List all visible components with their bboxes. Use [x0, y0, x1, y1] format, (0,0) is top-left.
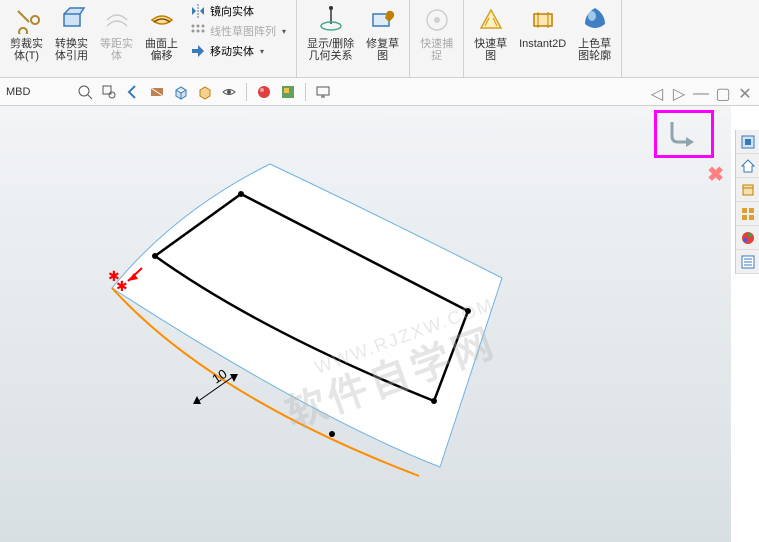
side-library-icon[interactable] [736, 178, 759, 202]
offset-entities-button[interactable]: 等距实 体 [96, 2, 137, 64]
dropdown-arrow-icon: ▾ [282, 27, 286, 36]
offset-icon [101, 4, 133, 36]
section-view-icon[interactable] [148, 83, 166, 101]
offset-on-surface-label: 曲面上 偏移 [145, 38, 178, 62]
side-view-palette-icon[interactable] [736, 202, 759, 226]
toolbar-separator [305, 83, 306, 101]
mbd-tab[interactable]: MBD [6, 86, 40, 98]
task-pane [735, 130, 759, 274]
mirror-entities-label: 镜向实体 [210, 3, 254, 19]
move-entities-button[interactable]: 移动实体 ▾ [186, 42, 290, 60]
view-settings-icon[interactable] [314, 83, 332, 101]
graphics-viewport[interactable]: ✱ ✱ 10 WWW.RJZXW.COM 软件自学网 [0, 106, 731, 542]
zoom-fit-icon[interactable] [76, 83, 94, 101]
sketch-vertex[interactable] [238, 191, 244, 197]
relations-icon [315, 4, 347, 36]
maximize-icon[interactable]: ▢ [715, 86, 731, 102]
prev-view-icon[interactable] [124, 83, 142, 101]
side-custom-props-icon[interactable] [736, 250, 759, 274]
side-appearances-icon[interactable] [736, 226, 759, 250]
endpoint-marker: ✱ [116, 278, 128, 294]
surface-boundary [112, 164, 502, 467]
highlight-annotation [654, 110, 714, 158]
sketch-vertex[interactable] [329, 431, 335, 437]
linear-pattern-button[interactable]: 线性草图阵列 ▾ [186, 22, 290, 40]
dimension-value[interactable]: 10 [209, 366, 229, 387]
move-icon [190, 43, 206, 59]
ribbon: 剪裁实 体(T) 转换实 体引用 等距实 体 曲面上 偏移 [0, 0, 759, 78]
ribbon-group-rapid: 快速草 图 Instant2D 上色草 图轮廓 [464, 0, 622, 77]
surface-offset-icon [146, 4, 178, 36]
edit-appearance-icon[interactable] [255, 83, 273, 101]
sketch-vertex[interactable] [465, 308, 471, 314]
convert-entities-button[interactable]: 转换实 体引用 [51, 2, 92, 64]
offset-on-surface-button[interactable]: 曲面上 偏移 [141, 2, 182, 64]
instant2d-icon [527, 4, 559, 36]
toolbar-separator [246, 83, 247, 101]
shaded-sketch-button[interactable]: 上色草 图轮廓 [574, 2, 615, 64]
cancel-sketch-icon[interactable]: ✖ [707, 162, 724, 187]
ribbon-group-relations: 显示/删除 几何关系 修复草 图 [297, 0, 410, 77]
linear-pattern-label: 线性草图阵列 [210, 23, 276, 39]
display-relations-label: 显示/删除 几何关系 [307, 38, 354, 62]
quick-snap-label: 快速捕 捉 [420, 38, 453, 62]
view-toolbar [76, 83, 332, 101]
nav-right-icon[interactable]: ▷ [671, 86, 687, 102]
nav-left-icon[interactable]: ◁ [649, 86, 665, 102]
shaded-sketch-icon [579, 4, 611, 36]
rapid-sketch-button[interactable]: 快速草 图 [470, 2, 511, 64]
side-home-icon[interactable] [736, 154, 759, 178]
window-controls: ◁ ▷ — ▢ ✕ [649, 86, 753, 102]
rapid-sketch-label: 快速草 图 [474, 38, 507, 62]
repair-icon [367, 4, 399, 36]
quick-snap-button[interactable]: 快速捕 捉 [416, 2, 457, 64]
pattern-icon [190, 23, 206, 39]
ribbon-group-sketch-tools: 剪裁实 体(T) 转换实 体引用 等距实 体 曲面上 偏移 [0, 0, 297, 77]
sketch-canvas: ✱ ✱ 10 [0, 106, 730, 542]
trim-icon [11, 4, 43, 36]
ribbon-small-column: 镜向实体 线性草图阵列 ▾ 移动实体 ▾ [186, 2, 290, 60]
shaded-sketch-label: 上色草 图轮廓 [578, 38, 611, 62]
side-resources-icon[interactable] [736, 130, 759, 154]
display-relations-button[interactable]: 显示/删除 几何关系 [303, 2, 358, 64]
rapid-sketch-icon [475, 4, 507, 36]
minimize-icon[interactable]: — [693, 86, 709, 102]
snap-icon [421, 4, 453, 36]
sketch-vertex[interactable] [152, 253, 158, 259]
trim-entities-label: 剪裁实 体(T) [10, 38, 43, 62]
repair-sketch-button[interactable]: 修复草 图 [362, 2, 403, 64]
hide-show-icon[interactable] [220, 83, 238, 101]
sketch-vertex[interactable] [431, 398, 437, 404]
apply-scene-icon[interactable] [279, 83, 297, 101]
mirror-entities-button[interactable]: 镜向实体 [186, 2, 290, 20]
ribbon-group-snap: 快速捕 捉 [410, 0, 464, 77]
convert-icon [56, 4, 88, 36]
offset-entities-label: 等距实 体 [100, 38, 133, 62]
sub-toolbar: MBD [0, 78, 759, 106]
zoom-area-icon[interactable] [100, 83, 118, 101]
display-style-icon[interactable] [196, 83, 214, 101]
close-icon[interactable]: ✕ [737, 86, 753, 102]
move-entities-label: 移动实体 [210, 43, 254, 59]
view-orientation-icon[interactable] [172, 83, 190, 101]
trim-entities-button[interactable]: 剪裁实 体(T) [6, 2, 47, 64]
mirror-icon [190, 3, 206, 19]
exit-sketch-icon[interactable] [664, 116, 704, 152]
instant2d-label: Instant2D [519, 38, 566, 50]
repair-sketch-label: 修复草 图 [366, 38, 399, 62]
dropdown-arrow-icon: ▾ [260, 47, 264, 56]
instant2d-button[interactable]: Instant2D [515, 2, 570, 52]
convert-entities-label: 转换实 体引用 [55, 38, 88, 62]
